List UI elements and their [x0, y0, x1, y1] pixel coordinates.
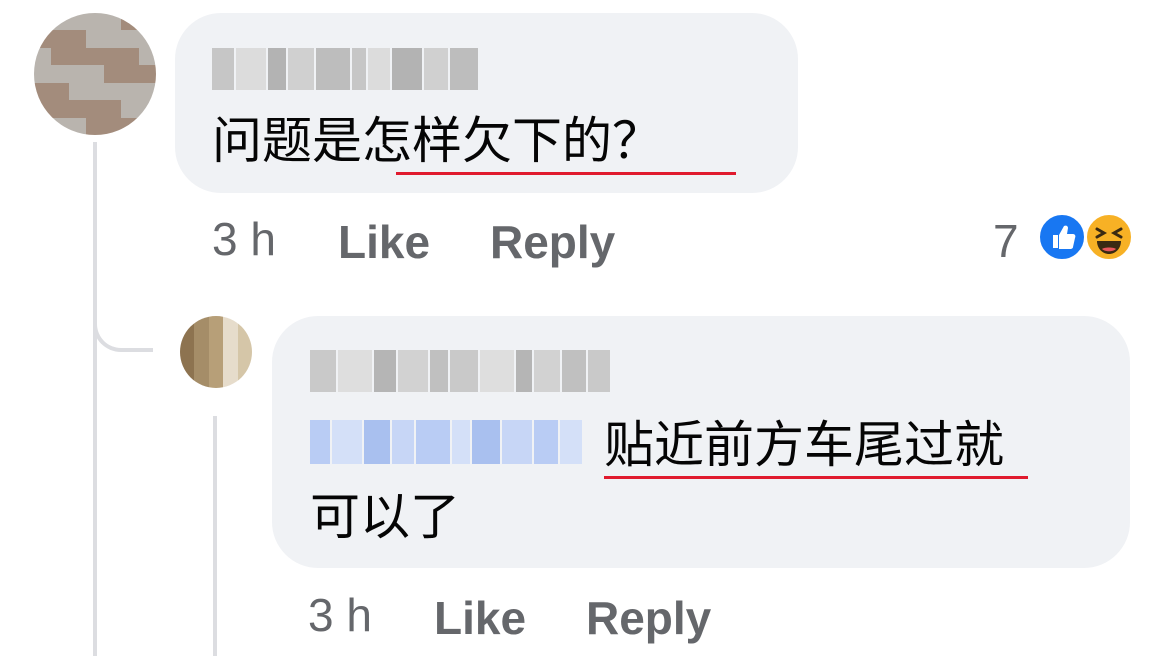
mention-tag-blurred[interactable]: [310, 420, 586, 464]
reply-text-line1: 贴近前方车尾过就: [604, 416, 1004, 474]
like-icon[interactable]: [1037, 212, 1087, 262]
reply-text-line2: 可以了: [310, 488, 460, 546]
reply-thread-line: [213, 416, 217, 656]
avatar[interactable]: [180, 316, 252, 388]
reply-timestamp[interactable]: 3 h: [308, 588, 372, 642]
replier-name-blurred[interactable]: [310, 350, 612, 392]
comment-timestamp[interactable]: 3 h: [212, 212, 276, 266]
comment-text: 问题是怎样欠下的？: [212, 112, 662, 170]
like-button[interactable]: Like: [338, 215, 430, 269]
avatar[interactable]: [34, 13, 156, 135]
reaction-count[interactable]: 7: [993, 214, 1019, 268]
text-underline: [604, 476, 1028, 479]
like-button[interactable]: Like: [434, 591, 526, 645]
reply-button[interactable]: Reply: [586, 591, 711, 645]
commenter-name-blurred[interactable]: [212, 48, 478, 90]
thread-line: [93, 142, 97, 656]
haha-icon[interactable]: [1084, 212, 1134, 262]
thread-branch: [93, 300, 153, 352]
reply-button[interactable]: Reply: [490, 215, 615, 269]
comment-thread: 问题是怎样欠下的？ 3 h Like Reply 7 贴近前方车尾过就 可以了 …: [0, 0, 1170, 656]
text-underline: [396, 172, 736, 175]
